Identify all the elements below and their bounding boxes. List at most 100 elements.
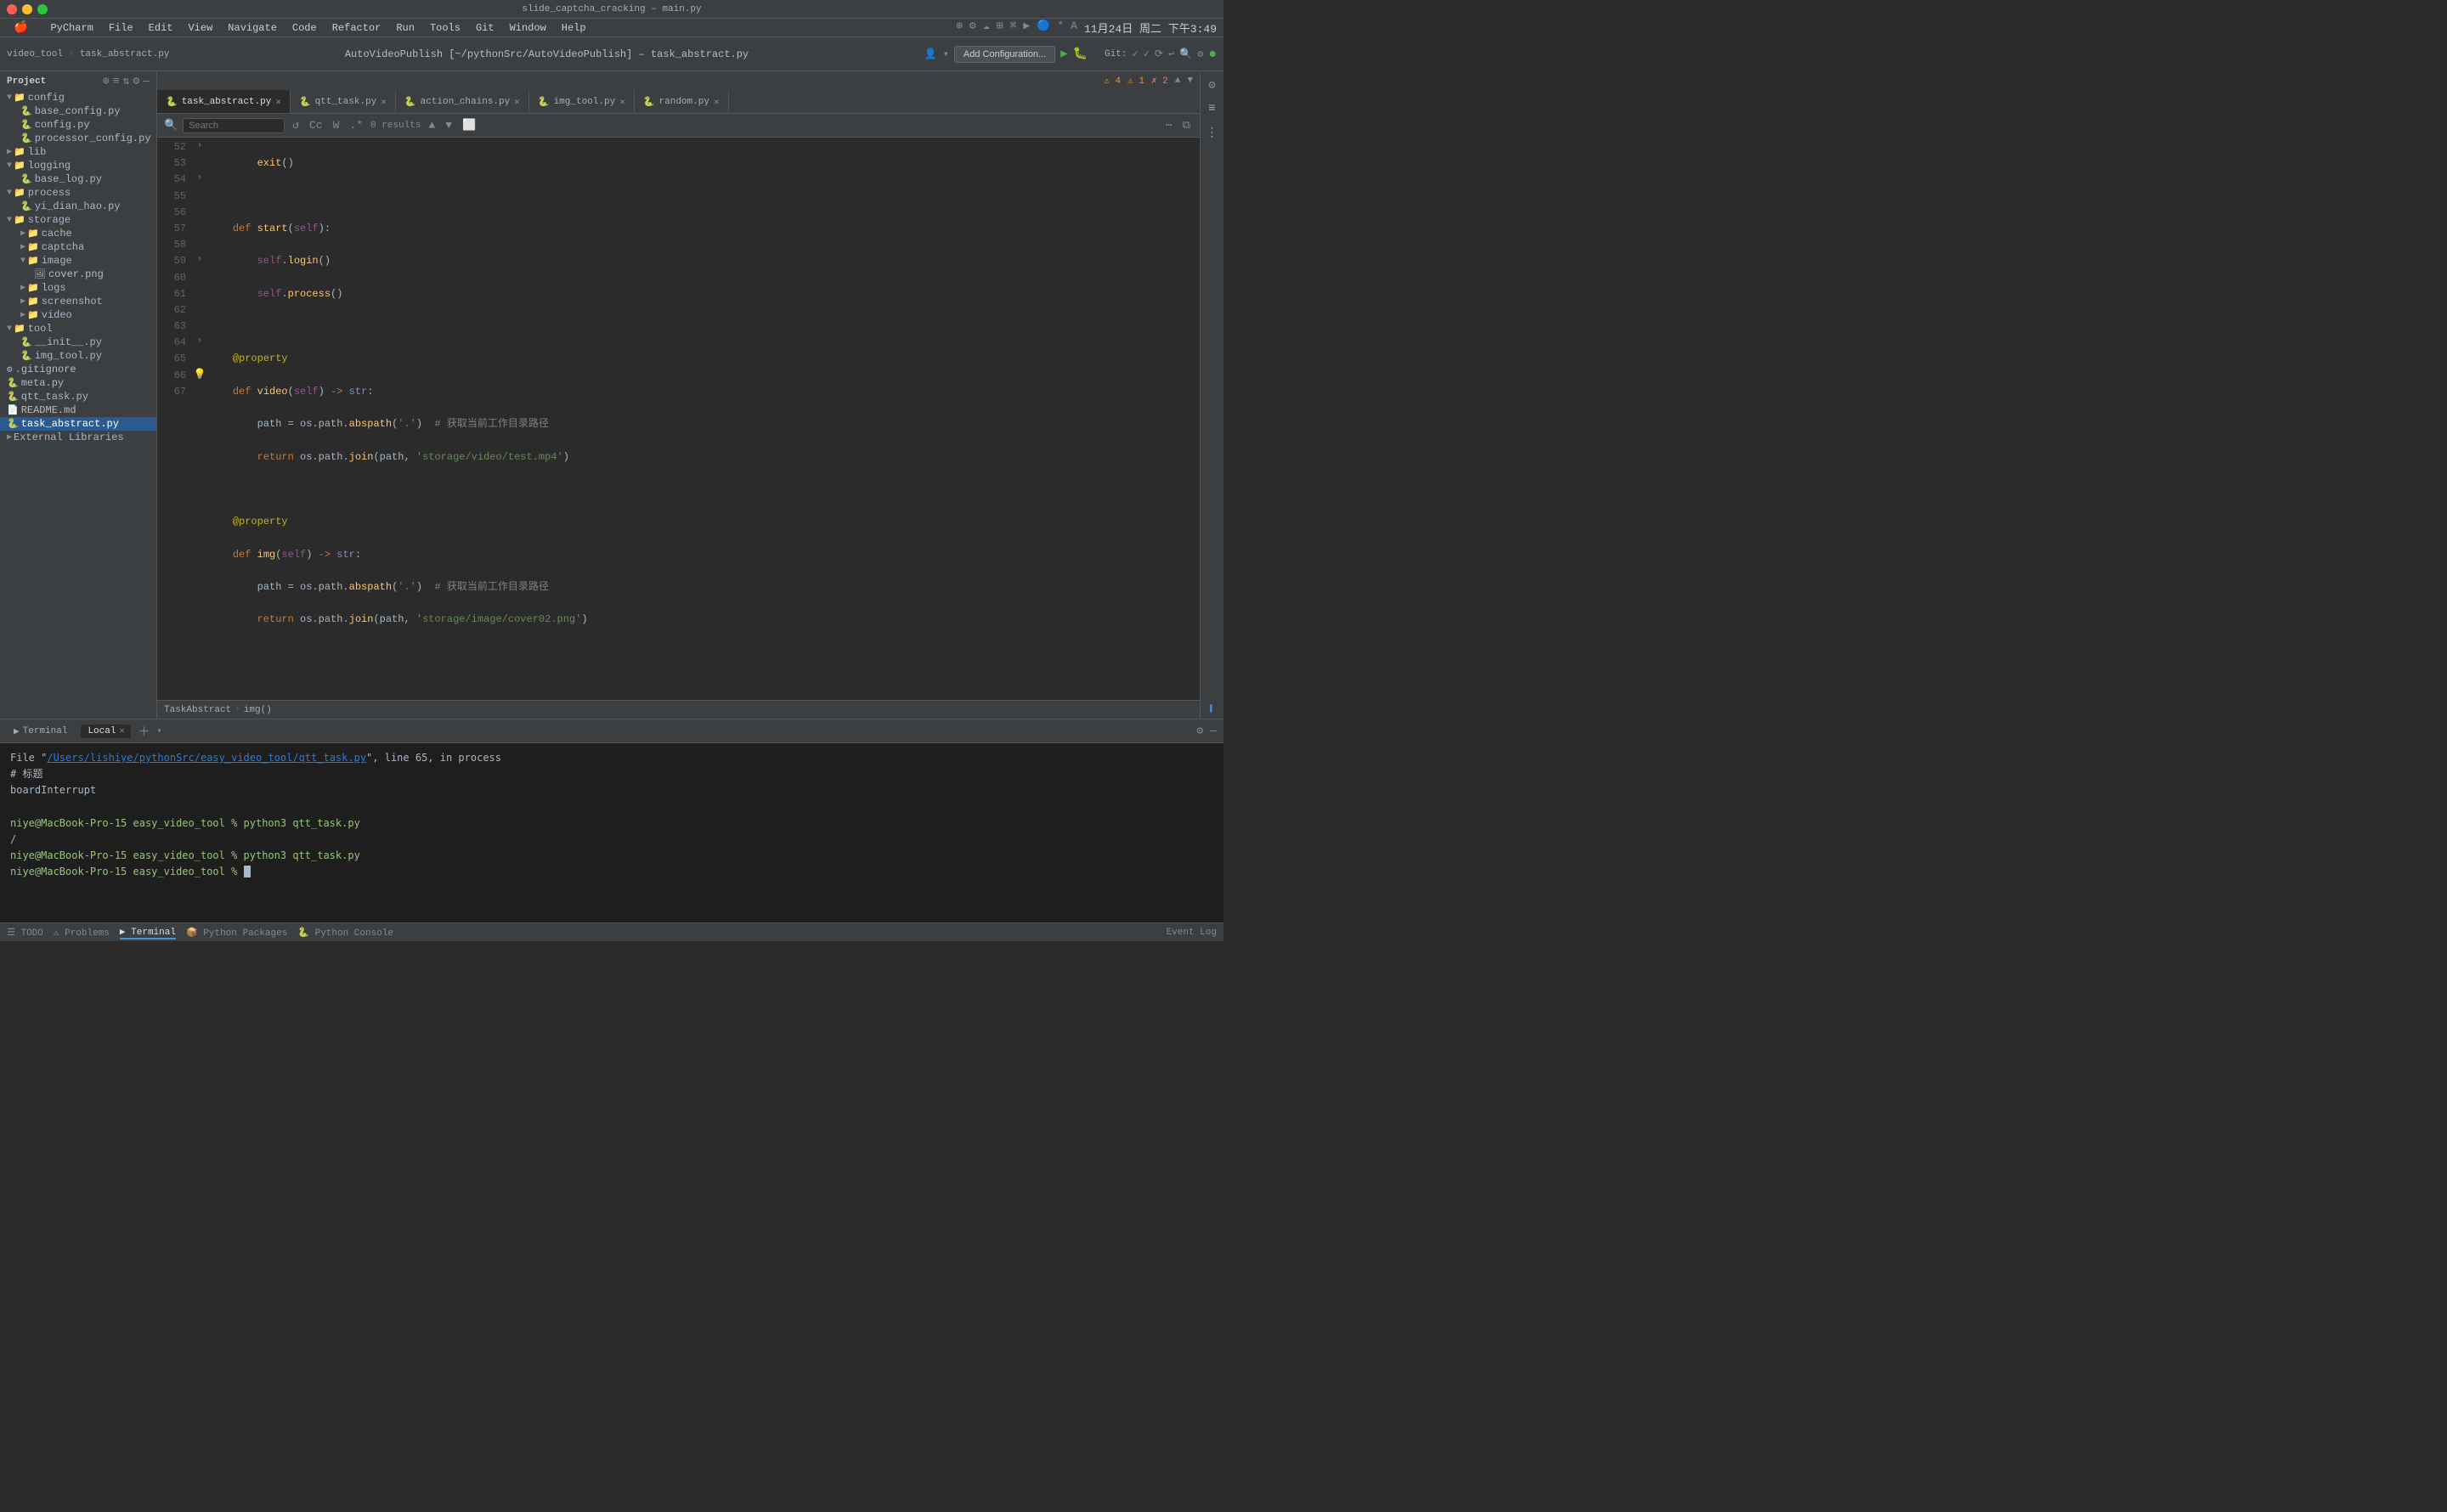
search-icon-bar[interactable]: 🔍 xyxy=(164,119,178,132)
menu-icon-1[interactable]: ⊕ xyxy=(956,20,963,36)
breadcrumb-class[interactable]: TaskAbstract xyxy=(164,705,231,715)
code-content[interactable]: exit() def start(self): self.login() sel… xyxy=(208,138,1200,700)
terminal-close-icon[interactable]: — xyxy=(1210,725,1217,737)
breadcrumb-method[interactable]: img() xyxy=(244,705,272,715)
terminal-dropdown-button[interactable]: ▾ xyxy=(156,726,161,736)
sidebar-item-gitignore[interactable]: ⚙ .gitignore xyxy=(0,363,156,376)
event-log-label[interactable]: Event Log xyxy=(1167,928,1217,938)
menu-icon-3[interactable]: ☁ xyxy=(983,20,990,36)
add-configuration-button[interactable]: Add Configuration... xyxy=(954,46,1055,63)
bottom-tab-python-console[interactable]: 🐍 Python Console xyxy=(297,927,393,939)
bottom-tab-todo[interactable]: ☰ TODO xyxy=(7,927,43,939)
tab-close-action-chains[interactable]: ✕ xyxy=(514,96,520,108)
git-undo[interactable]: ↩ xyxy=(1168,48,1174,60)
search-highlight-icon[interactable]: ⬜ xyxy=(460,119,478,132)
search-refresh-icon[interactable]: ↺ xyxy=(290,119,302,132)
bottom-tab-python-packages[interactable]: 📦 Python Packages xyxy=(186,927,287,939)
sidebar-item-yi-dian-hao[interactable]: 🐍 yi_dian_hao.py xyxy=(0,200,156,213)
right-icon-more[interactable]: ⋮ xyxy=(1202,122,1223,143)
sidebar-settings-icon[interactable]: ⚙ xyxy=(133,75,139,87)
debug-button[interactable]: 🐛 xyxy=(1073,47,1088,61)
sidebar-item-cache[interactable]: ▶ 📁 cache xyxy=(0,227,156,240)
apple-menu[interactable]: 🍎 xyxy=(7,19,35,37)
menu-icon-2[interactable]: ⚙ xyxy=(969,20,976,36)
sidebar-item-base-config[interactable]: 🐍 base_config.py xyxy=(0,104,156,118)
tab-close-qtt-task[interactable]: ✕ xyxy=(381,96,387,108)
terminal-add-button[interactable]: ＋ xyxy=(138,723,150,740)
sidebar-item-video[interactable]: ▶ 📁 video xyxy=(0,308,156,322)
search-prev-icon[interactable]: ▲ xyxy=(426,119,438,132)
bottom-tab-problems[interactable]: ⚠ Problems xyxy=(54,927,110,939)
menu-refactor[interactable]: Refactor xyxy=(325,20,388,36)
menu-icon-4[interactable]: ⊞ xyxy=(997,20,1003,36)
bottom-tab-terminal[interactable]: ▶ Terminal xyxy=(120,926,176,939)
window-controls[interactable] xyxy=(7,4,48,14)
sidebar-locate-icon[interactable]: ⊕ xyxy=(103,75,110,87)
sidebar-item-init[interactable]: 🐍 __init__.py xyxy=(0,336,156,349)
search-case-icon[interactable]: Cc xyxy=(307,119,325,132)
avatar-icon[interactable]: ● xyxy=(1208,47,1217,62)
tab-close-random[interactable]: ✕ xyxy=(714,96,720,108)
terminal-settings-icon[interactable]: ⚙ xyxy=(1196,725,1203,737)
sidebar-item-readme[interactable]: 📄 README.md xyxy=(0,403,156,417)
search-more-icon[interactable]: ⋯ xyxy=(1163,119,1175,132)
tab-action-chains[interactable]: 🐍 action_chains.py ✕ xyxy=(396,90,529,114)
menu-icon-9[interactable]: A xyxy=(1071,20,1077,36)
right-icon-expand[interactable]: ≡ xyxy=(1202,99,1223,119)
menu-navigate[interactable]: Navigate xyxy=(221,20,284,36)
menu-view[interactable]: View xyxy=(181,20,219,36)
sidebar-item-qtt-task[interactable]: 🐍 qtt_task.py xyxy=(0,390,156,403)
sidebar-item-lib[interactable]: ▶ 📁 lib xyxy=(0,145,156,159)
warning-nav-up[interactable]: ▲ xyxy=(1175,76,1181,86)
menu-code[interactable]: Code xyxy=(285,20,324,36)
code-editor[interactable]: 52 53 54 55 56 57 58 59 60 61 62 63 64 6… xyxy=(157,138,1200,700)
git-check2[interactable]: ✓ xyxy=(1144,48,1150,60)
menu-file[interactable]: File xyxy=(102,20,140,36)
run-button[interactable]: ▶ xyxy=(1060,47,1067,61)
sidebar-item-img-tool[interactable]: 🐍 img_tool.py xyxy=(0,349,156,363)
sidebar-item-image[interactable]: ▼ 📁 image xyxy=(0,254,156,268)
sidebar-item-task-abstract[interactable]: 🐍 task_abstract.py xyxy=(0,417,156,431)
warning-nav-down[interactable]: ▼ xyxy=(1187,76,1193,86)
sidebar-item-logs[interactable]: ▶ 📁 logs xyxy=(0,281,156,295)
sidebar-sort-icon[interactable]: ⇅ xyxy=(123,75,130,87)
sidebar-item-config[interactable]: ▼ 📁 config xyxy=(0,91,156,104)
sidebar-item-config-py[interactable]: 🐍 config.py xyxy=(0,118,156,132)
tab-close-img-tool[interactable]: ✕ xyxy=(619,96,625,108)
tab-qtt-task[interactable]: 🐍 qtt_task.py ✕ xyxy=(291,90,396,114)
search-icon[interactable]: 🔍 xyxy=(1179,48,1192,60)
maximize-button[interactable] xyxy=(37,4,48,14)
menu-git[interactable]: Git xyxy=(469,20,501,36)
sidebar-item-process[interactable]: ▼ 📁 process xyxy=(0,186,156,200)
menu-pycharm[interactable]: PyCharm xyxy=(43,20,99,36)
terminal-tab-local[interactable]: Local ✕ xyxy=(81,725,131,738)
search-word-icon[interactable]: W xyxy=(331,119,342,132)
right-icon-bookmark[interactable]: ⚙ xyxy=(1202,75,1223,95)
sidebar-item-tool[interactable]: ▼ 📁 tool xyxy=(0,322,156,336)
breadcrumb-video-tool[interactable]: video_tool xyxy=(7,49,63,59)
sidebar-item-storage[interactable]: ▼ 📁 storage xyxy=(0,213,156,227)
terminal-content[interactable]: File "/Users/lishiye/pythonSrc/easy_vide… xyxy=(0,743,1224,922)
git-history[interactable]: ⟳ xyxy=(1155,48,1163,60)
sidebar-item-base-log[interactable]: 🐍 base_log.py xyxy=(0,172,156,186)
sidebar-item-processor-config[interactable]: 🐍 processor_config.py xyxy=(0,132,156,145)
sidebar-item-cover-png[interactable]: 🖼 cover.png xyxy=(0,268,156,281)
sidebar-item-logging[interactable]: ▼ 📁 logging xyxy=(0,159,156,172)
sidebar-item-meta[interactable]: 🐍 meta.py xyxy=(0,376,156,390)
tab-img-tool[interactable]: 🐍 img_tool.py ✕ xyxy=(529,90,635,114)
settings-icon[interactable]: ⚙ xyxy=(1197,48,1203,60)
sidebar-item-captcha[interactable]: ▶ 📁 captcha xyxy=(0,240,156,254)
tab-close-task-abstract[interactable]: ✕ xyxy=(275,96,281,108)
close-button[interactable] xyxy=(7,4,17,14)
menu-window[interactable]: Window xyxy=(503,20,553,36)
sidebar-item-screenshot[interactable]: ▶ 📁 screenshot xyxy=(0,295,156,308)
minimize-button[interactable] xyxy=(22,4,32,14)
tab-task-abstract[interactable]: 🐍 task_abstract.py ✕ xyxy=(157,90,291,114)
menu-icon-8[interactable]: * xyxy=(1057,20,1064,36)
git-check[interactable]: ✓ xyxy=(1132,48,1138,60)
tab-random[interactable]: 🐍 random.py ✕ xyxy=(635,90,729,114)
menu-tools[interactable]: Tools xyxy=(423,20,467,36)
menu-icon-5[interactable]: ⌘ xyxy=(1010,20,1017,36)
menu-edit[interactable]: Edit xyxy=(142,20,180,36)
search-input[interactable] xyxy=(183,118,285,133)
